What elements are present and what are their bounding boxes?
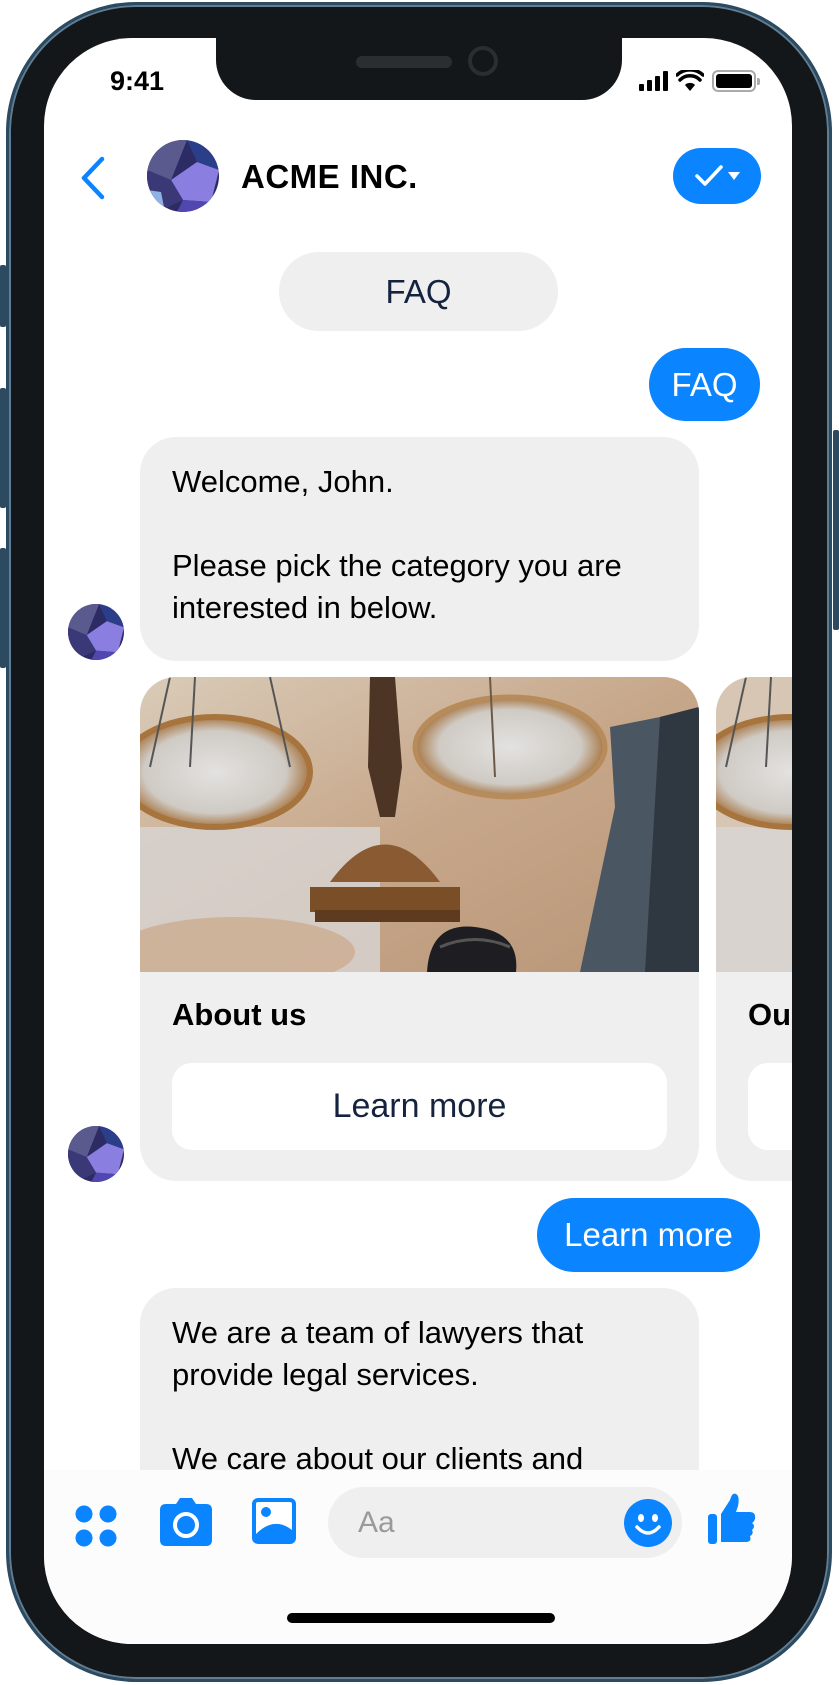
card-title: Ou [748, 997, 792, 1032]
message-paragraph: Please pick the category you are interes… [172, 548, 622, 625]
image-icon[interactable] [252, 1498, 296, 1544]
avatar[interactable] [147, 140, 219, 212]
verify-dropdown-button[interactable] [673, 148, 761, 204]
outgoing-message: Learn more [537, 1198, 760, 1272]
caret-down-icon [728, 172, 740, 180]
carousel-card: About us Learn more [140, 677, 699, 1181]
card-image [716, 677, 792, 972]
card-image-scales-of-justice [140, 677, 699, 972]
chevron-left-icon[interactable] [78, 156, 108, 200]
thumbs-up-icon[interactable] [708, 1492, 756, 1544]
emoji-icon[interactable] [624, 1499, 672, 1547]
status-time: 9:41 [110, 66, 165, 96]
message-paragraph: We are a team of lawyers that provide le… [172, 1315, 584, 1392]
status-icons [639, 70, 760, 92]
battery-icon [712, 70, 760, 92]
quick-reply-faq[interactable]: FAQ [279, 252, 558, 331]
side-button-power [833, 430, 839, 630]
side-button-volume-up [0, 388, 6, 508]
message-input[interactable] [358, 1487, 618, 1558]
side-button-volume-down [0, 548, 6, 668]
camera-icon[interactable] [160, 1498, 212, 1546]
chat-title: ACME INC. [241, 158, 418, 195]
avatar [68, 604, 124, 660]
side-button-silent [0, 265, 6, 327]
signal-icon [639, 71, 668, 91]
message-paragraph: Welcome, John. [172, 464, 394, 499]
home-indicator[interactable] [287, 1613, 555, 1623]
incoming-message: Welcome, John. Please pick the category … [140, 437, 699, 661]
outgoing-message: FAQ [649, 348, 760, 421]
checkmark-icon [695, 165, 723, 186]
notch [216, 38, 622, 100]
front-camera [468, 46, 498, 76]
chat-header: ACME INC. [44, 136, 792, 216]
learn-more-button[interactable]: Learn more [172, 1063, 667, 1150]
apps-icon[interactable] [74, 1504, 118, 1548]
carousel-card[interactable]: Ou [716, 677, 792, 1181]
avatar [68, 1126, 124, 1182]
card-button[interactable] [748, 1063, 792, 1150]
screen: 9:41 ACME INC. FAQ FAQ Welcome, John. Pl… [44, 38, 792, 1644]
message-input-container [328, 1487, 682, 1558]
card-title: About us [172, 997, 307, 1032]
speaker [356, 56, 452, 68]
wifi-icon [676, 70, 704, 91]
